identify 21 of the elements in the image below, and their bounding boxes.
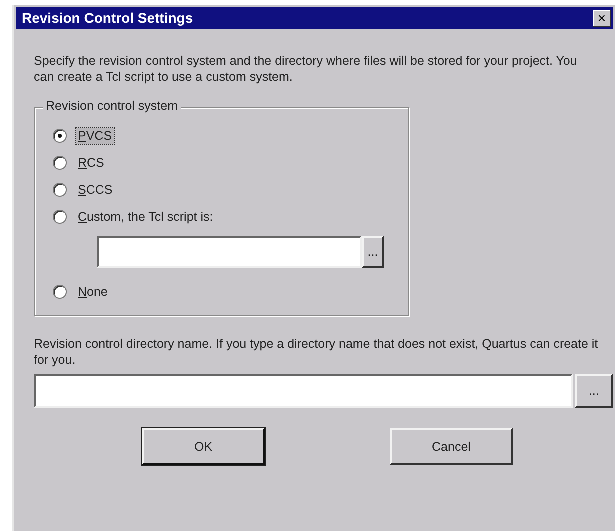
radio-button[interactable] [53,156,67,170]
ok-button[interactable]: OK [142,428,265,465]
radio-button[interactable] [53,284,67,298]
radio-button[interactable] [53,182,67,196]
radio-label[interactable]: RCS [76,154,106,170]
close-button[interactable]: × [593,10,611,26]
browse-button[interactable]: ... [575,374,613,408]
radio-label[interactable]: SCCS [76,182,115,198]
script-path-field[interactable] [97,236,362,268]
radio-label[interactable]: Custom, the Tcl script is: [76,208,216,224]
cancel-button[interactable]: Cancel [390,428,513,465]
directory-instructions: Revision control directory name. If you type a directory name that does not exist, Quartus can create it for you. [34,336,600,368]
radio-button[interactable] [53,210,67,224]
directory-field[interactable] [34,374,574,408]
browse-button[interactable]: ... [362,236,384,268]
radio-label[interactable]: PVCS [76,128,114,144]
radio-button[interactable] [53,128,67,142]
radio-label[interactable]: None [76,284,110,300]
window-title: Revision Control Settings [22,10,194,26]
group-label: Revision control system [43,99,181,113]
instructions-text: Specify the revision control system and the directory where files will be stored for your project. You can create a Tcl script to use a custom system. [34,53,578,85]
